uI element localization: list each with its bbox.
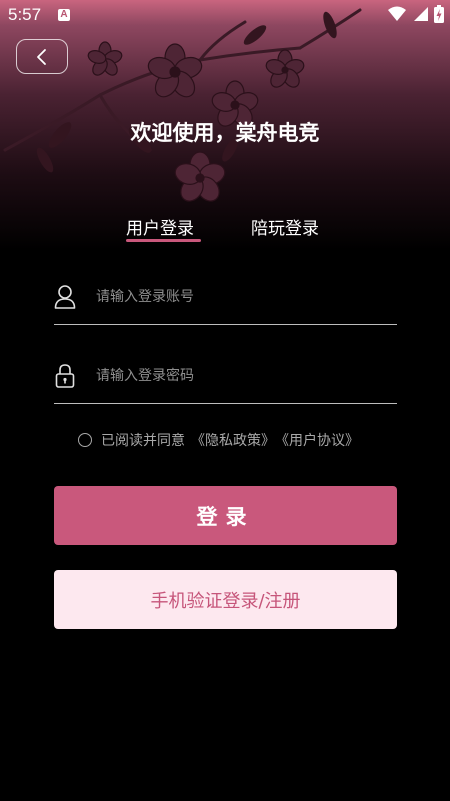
password-input[interactable] [96,364,386,388]
status-time: 5:57 [8,5,42,24]
account-field [54,275,397,325]
account-input[interactable] [96,285,386,309]
agreement-checkbox[interactable] [78,433,92,447]
status-bar: 5:57 A [0,0,450,32]
signal-icon [414,7,428,21]
password-field [54,354,397,404]
user-icon [54,285,76,309]
login-screen: 5:57 A 欢迎使用，棠舟电竞 用户登录 陪玩登录 请输入登录账号 已阅读并同… [0,0,450,801]
tab-companion-login[interactable]: 陪玩登录 [251,214,319,239]
privacy-policy-link[interactable]: 《隐私政策》 [191,430,275,450]
sms-login-button[interactable]: 手机验证登录/注册 [54,570,397,629]
back-button[interactable] [16,39,68,74]
agreement-row: 已阅读并同意 《隐私政策》 《用户协议》 [78,430,359,450]
welcome-title: 欢迎使用，棠舟电竞 [130,121,320,145]
battery-icon [434,5,444,23]
agreement-prefix: 已阅读并同意 [101,433,185,449]
tab-user-login[interactable]: 用户登录 [126,214,194,239]
login-button[interactable]: 登录 [54,486,397,545]
chevron-left-icon [37,48,46,65]
wifi-icon [388,6,406,21]
active-tab-indicator [126,239,201,242]
user-agreement-link[interactable]: 《用户协议》 [275,430,359,450]
status-icons [388,5,444,23]
notification-badge: A [58,9,70,21]
lock-icon [55,364,75,388]
